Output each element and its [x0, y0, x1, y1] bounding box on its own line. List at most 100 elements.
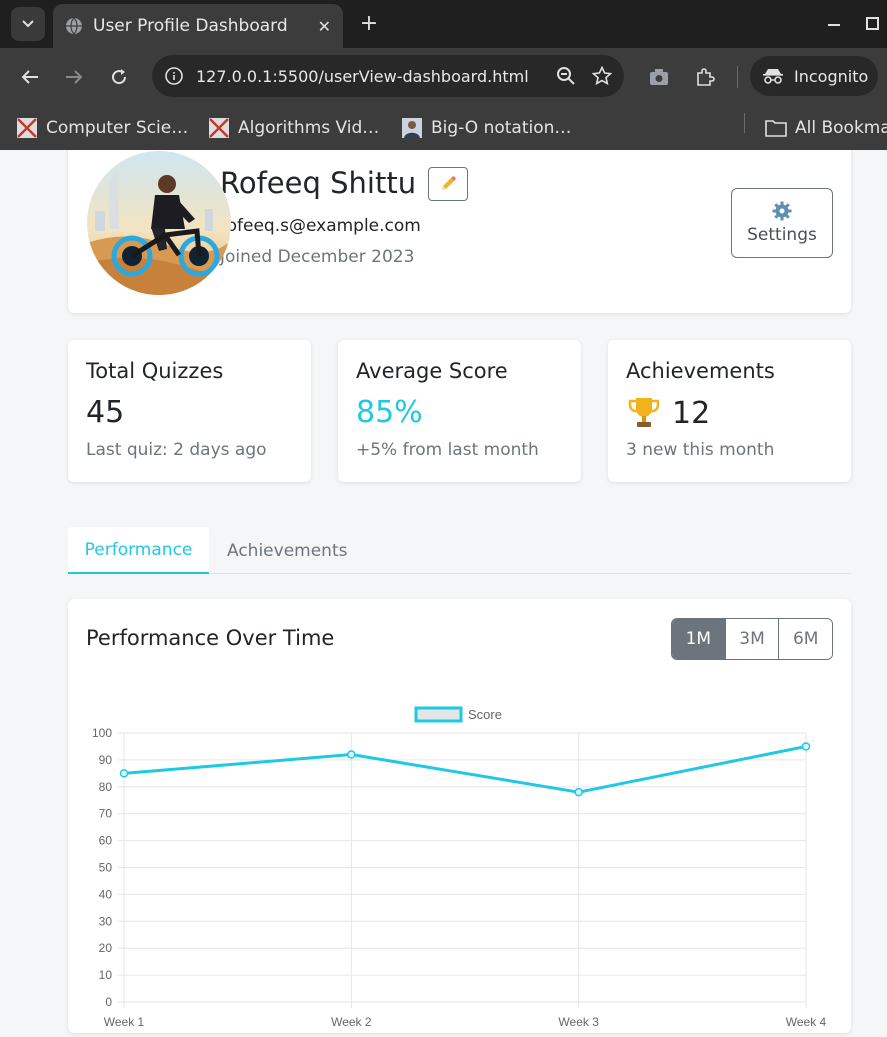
avatar	[87, 151, 231, 295]
y-tick-label: 50	[99, 861, 113, 875]
close-tab-icon[interactable]: ✕	[318, 17, 331, 36]
new-tab-button[interactable]: +	[356, 10, 382, 36]
x-tick-label: Week 4	[786, 1015, 827, 1029]
maximize-window-icon[interactable]	[866, 17, 879, 30]
page-content: Rofeeq Shittu rofeeq.s@example.com Joine…	[0, 150, 887, 1037]
performance-line-chart: 0 10 20 30 40 50 60 70 80 90 100 Week 1 Week 2 Week 3…	[92, 706, 827, 1029]
pencil-icon	[442, 176, 456, 190]
y-tick-label: 100	[92, 726, 112, 740]
bookmark-item[interactable]: Big-O notation…	[401, 114, 571, 142]
stat-value: 12	[626, 395, 710, 431]
profile-email: rofeeq.s@example.com	[220, 216, 421, 236]
stat-card-total-quizzes: Total Quizzes 45 Last quiz: 2 days ago	[68, 340, 311, 482]
profile-name: Rofeeq Shittu	[220, 166, 417, 200]
all-bookmarks-label: All Bookma	[795, 118, 887, 138]
bookmark-star-icon[interactable]	[588, 62, 616, 90]
y-tick-label: 30	[99, 914, 113, 928]
camera-icon[interactable]	[645, 63, 673, 91]
arrow-right-icon	[66, 70, 83, 84]
broken-image-icon	[17, 118, 37, 138]
reload-icon	[112, 69, 127, 85]
stat-value-text: 45	[86, 395, 125, 430]
stat-subtext: 3 new this month	[626, 440, 775, 460]
y-tick-label: 80	[99, 780, 113, 794]
y-tick-label: 40	[99, 887, 113, 901]
data-point	[347, 750, 356, 759]
browser-toolbar: 127.0.0.1:5500/userView-dashboard.html I…	[0, 48, 887, 106]
incognito-label: Incognito	[794, 66, 869, 86]
x-tick-label: Week 3	[558, 1015, 599, 1029]
toolbar-divider	[737, 66, 738, 88]
y-tick-label: 90	[99, 753, 113, 767]
avatar-image	[87, 151, 231, 295]
stat-card-achievements: Achievements 12 3 new this month	[608, 340, 851, 482]
globe-icon	[66, 17, 82, 35]
y-tick-label: 0	[105, 995, 112, 1009]
y-tick-label: 60	[99, 834, 113, 848]
stat-value: 45	[86, 395, 124, 430]
incognito-badge[interactable]: Incognito	[750, 56, 878, 96]
data-point	[801, 742, 811, 751]
profile-joined-date: Joined December 2023	[220, 247, 415, 267]
extensions-icon[interactable]	[691, 63, 719, 91]
tab-achievements[interactable]: Achievements	[209, 527, 365, 574]
time-range-toggle: 1M 3M 6M	[671, 618, 833, 660]
incognito-icon	[763, 69, 783, 84]
browser-tabstrip: User Profile Dashboard ✕ +	[0, 0, 887, 48]
dashboard-tabs: Performance Achievements	[68, 527, 851, 574]
url-text[interactable]: 127.0.0.1:5500/userView-dashboard.html	[196, 67, 552, 86]
forward-button[interactable]	[59, 62, 89, 92]
zoom-icon[interactable]	[552, 62, 580, 90]
site-info-icon[interactable]	[164, 66, 184, 86]
chart-title: Performance Over Time	[86, 626, 335, 650]
stat-subtext: Last quiz: 2 days ago	[86, 440, 267, 460]
minimize-window-icon[interactable]	[828, 24, 840, 26]
x-tick-label: Week 2	[331, 1015, 372, 1029]
range-6m-button[interactable]: 6M	[778, 619, 832, 659]
tab-search-button[interactable]	[11, 7, 45, 41]
y-tick-label: 20	[99, 941, 113, 955]
bookmarks-divider	[744, 113, 745, 133]
settings-label: Settings	[747, 225, 817, 245]
bookmark-item[interactable]: Algorithms Vid…	[208, 114, 379, 142]
broken-image-icon	[209, 118, 229, 138]
stat-title: Total Quizzes	[86, 359, 224, 383]
stat-value-text: 12	[672, 395, 711, 431]
edit-profile-button[interactable]	[428, 167, 468, 201]
settings-button[interactable]: Settings	[731, 188, 833, 258]
browser-tab-active[interactable]: User Profile Dashboard ✕	[53, 4, 343, 48]
series-line-score	[123, 744, 807, 794]
arrow-left-icon	[21, 70, 38, 84]
profile-card: Rofeeq Shittu rofeeq.s@example.com Joine…	[68, 150, 851, 313]
y-tick-label: 70	[99, 807, 113, 821]
stat-subtext: +5% from last month	[356, 440, 539, 460]
bookmark-label: Big-O notation…	[431, 118, 572, 138]
tab-performance[interactable]: Performance	[68, 527, 209, 574]
data-point	[119, 769, 129, 778]
bookmarks-bar: Computer Scie… Algorithms Vid… Big-O not…	[0, 106, 887, 150]
bookmark-item[interactable]: Computer Scie…	[16, 114, 188, 142]
y-tick-label: 10	[99, 968, 113, 982]
legend-swatch	[414, 706, 463, 723]
all-bookmarks-button[interactable]: All Bookma	[765, 114, 887, 142]
person-thumbnail-icon	[402, 118, 422, 138]
stat-title: Average Score	[356, 359, 508, 383]
back-button[interactable]	[15, 62, 45, 92]
stat-value-text: 85%	[356, 395, 423, 430]
bookmark-label: Algorithms Vid…	[238, 118, 380, 138]
address-bar[interactable]: 127.0.0.1:5500/userView-dashboard.html	[152, 55, 624, 97]
bookmark-label: Computer Scie…	[46, 118, 189, 138]
tab-title: User Profile Dashboard	[93, 16, 288, 36]
reload-button[interactable]	[104, 62, 134, 92]
data-point	[574, 787, 583, 797]
range-3m-button[interactable]: 3M	[724, 619, 779, 659]
range-1m-button[interactable]: 1M	[672, 619, 725, 659]
chevron-down-icon	[22, 20, 34, 28]
stat-title: Achievements	[626, 359, 775, 383]
folder-icon	[765, 120, 787, 137]
gear-icon	[772, 201, 792, 221]
legend-label: Score	[468, 707, 502, 722]
x-tick-label: Week 1	[104, 1015, 145, 1029]
performance-chart-card: Performance Over Time 1M 3M 6M 0 10 20 30 40…	[68, 599, 851, 1033]
stat-card-average-score: Average Score 85% +5% from last month	[338, 340, 581, 482]
